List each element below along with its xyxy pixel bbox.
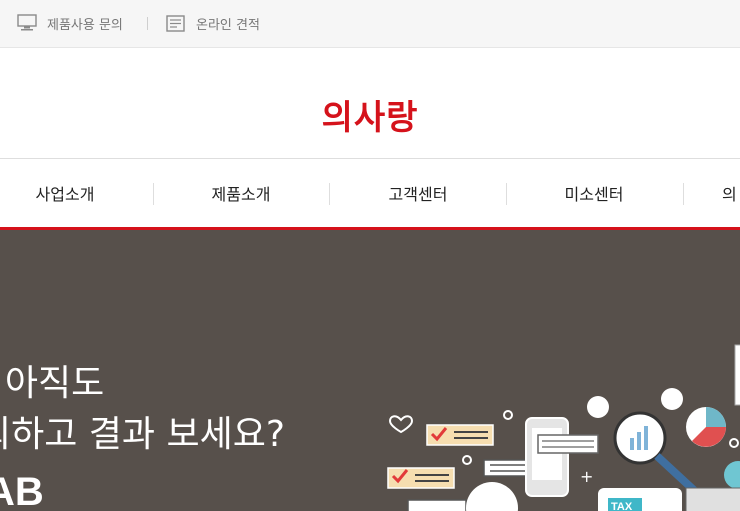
hero-headline-line1: , 아직도: [0, 363, 105, 404]
main-nav: 사업소개 제품소개 고객센터 미소센터 의: [0, 159, 740, 230]
tax-document-icon: TAX: [598, 488, 682, 511]
nav-item-partial[interactable]: 의: [722, 159, 740, 227]
online-estimate-label: 온라인 견적: [196, 17, 260, 33]
monitor-icon: [17, 14, 37, 31]
nav-item-about[interactable]: 사업소개: [0, 159, 130, 227]
nav-item-products[interactable]: 제품소개: [176, 159, 306, 227]
hero-brand-text: AB: [0, 470, 44, 511]
hero-headline-line2: 뢰하고 결과 보세요?: [0, 414, 285, 455]
header: 의사랑: [0, 48, 740, 159]
svg-text:+: +: [580, 467, 593, 486]
hero-illustration: + TAX: [387, 344, 740, 511]
nav-item-miso-center[interactable]: 미소센터: [529, 159, 659, 227]
svg-text:TAX: TAX: [611, 501, 633, 511]
hero-banner: , 아직도 뢰하고 결과 보세요? AB +: [0, 230, 740, 511]
checklist-icon: [426, 424, 494, 446]
heart-icon: [388, 415, 414, 434]
nav-divider: [506, 183, 507, 205]
product-inquiry-label: 제품사용 문의: [47, 17, 123, 33]
document-icon: [166, 15, 185, 32]
pie-chart-icon: [686, 407, 726, 447]
nav-divider: [153, 183, 154, 205]
checklist-icon: [387, 467, 455, 489]
utility-bar: 제품사용 문의 온라인 견적: [0, 0, 740, 48]
nav-divider: [683, 183, 684, 205]
nav-divider: [329, 183, 330, 205]
product-inquiry-link[interactable]: 제품사용 문의: [17, 0, 123, 46]
brand-logo[interactable]: 의사랑: [0, 90, 740, 139]
nav-item-customer-center[interactable]: 고객센터: [353, 159, 483, 227]
utility-divider: [147, 17, 148, 30]
online-estimate-link[interactable]: 온라인 견적: [166, 0, 260, 46]
